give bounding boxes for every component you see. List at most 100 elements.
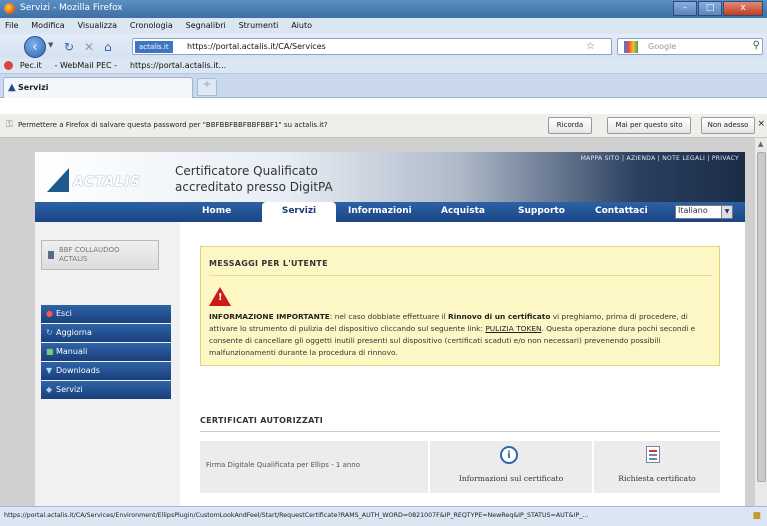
search-icon[interactable]: ⚲ (753, 40, 760, 51)
info-icon: i (500, 446, 518, 464)
menu-aiuto[interactable]: Aiuto (286, 18, 317, 30)
exit-icon: ● (46, 309, 53, 318)
home-icon[interactable]: ⌂ (104, 40, 112, 54)
menu-modifica[interactable]: Modifica (26, 18, 69, 30)
maximize-button[interactable]: □ (698, 1, 722, 16)
key-icon: ⚿ (6, 120, 13, 130)
actalis-tab-icon: ▲ (8, 82, 16, 93)
user-name-line2: ACTALIS (59, 255, 88, 263)
scroll-thumb[interactable] (757, 152, 766, 482)
never-for-site-button[interactable]: Mai per questo sito (607, 117, 691, 134)
bookmark-portal[interactable]: https://portal.actalis.it... (126, 58, 232, 70)
sidebar-item-manuali[interactable]: ■ Manuali (41, 343, 171, 361)
user-box: BBF COLLAUDOO ACTALIS (41, 240, 159, 270)
sidebar-item-downloads[interactable]: ▼ Downloads (41, 362, 171, 380)
scroll-up-icon[interactable]: ▲ (758, 140, 763, 148)
nav-acquista[interactable]: Acquista (441, 206, 485, 216)
menu-segnalibri[interactable]: Segnalibri (181, 18, 231, 30)
new-tab-button[interactable]: + (197, 78, 217, 96)
nav-home[interactable]: Home (202, 206, 231, 216)
request-cert-button[interactable]: Richiesta certificato (594, 441, 720, 493)
messages-divider (209, 275, 712, 276)
back-button[interactable]: ‹ (24, 36, 46, 58)
menu-file[interactable]: File (0, 18, 23, 30)
services-icon: ◆ (46, 385, 53, 394)
authorized-heading: CERTIFICATI AUTORIZZATI (200, 416, 324, 425)
menu-cronologia[interactable]: Cronologia (125, 18, 178, 30)
bookmarks-toolbar: Pec.it - WebMail PEC - https://portal.ac… (0, 58, 767, 74)
sidebar-item-servizi[interactable]: ◆ Servizi (41, 381, 171, 399)
remember-button[interactable]: Ricorda (548, 117, 592, 134)
password-notification-bar: ⚿ Permettere a Firefox di salvare questa… (0, 114, 767, 138)
page-viewport: MAPPA SITO | AZIENDA | NOTE LEGALI | PRI… (0, 138, 767, 506)
page-scrollbar[interactable]: ▲ (754, 138, 767, 506)
url-text[interactable]: https://portal.actalis.it/CA/Services (187, 42, 326, 51)
user-icon (48, 251, 54, 259)
stop-icon[interactable]: ✕ (84, 40, 94, 54)
document-icon (646, 446, 660, 463)
minimize-button[interactable]: – (673, 1, 697, 16)
tab-bar: ▲ Servizi + (0, 74, 767, 98)
notification-message: Permettere a Firefox di salvare questa p… (18, 121, 328, 129)
logo-triangle-icon (47, 168, 69, 192)
tab-servizi[interactable]: ▲ Servizi (3, 77, 193, 98)
side-menu: ● Esci ↻ Aggiorna ■ Manuali ▼ Downloads ◆ Ser… (41, 305, 171, 400)
chevron-down-icon: ▼ (721, 206, 732, 218)
search-box[interactable]: Google ⚲ (617, 38, 763, 55)
site-nav: Home Servizi Informazioni Acquista Suppo… (35, 202, 745, 222)
cert-line-1: Certificatore Qualificato (175, 164, 318, 178)
download-icon: ▼ (46, 366, 53, 375)
info-cert-label: Informazioni sul certificato (458, 474, 564, 483)
cert-line-2: accreditato presso DigitPA (175, 180, 333, 194)
url-bar[interactable]: actalis.it https://portal.actalis.it/CA/… (132, 38, 612, 55)
search-placeholder: Google (648, 42, 677, 51)
nav-servizi-label: Servizi (281, 206, 317, 216)
menu-strumenti[interactable]: Strumenti (234, 18, 284, 30)
refresh-icon: ↻ (46, 328, 53, 337)
site-identity-badge[interactable]: actalis.it (135, 41, 173, 53)
user-name-line1: BBF COLLAUDOO (59, 246, 120, 254)
google-icon[interactable] (624, 41, 638, 53)
sidebar-label: Manuali (56, 347, 88, 356)
request-cert-label: Richiesta certificato (618, 474, 696, 483)
messages-paragraph: INFORMAZIONE IMPORTANTE: nel caso dobbia… (209, 311, 714, 359)
sidebar-label: Esci (56, 309, 72, 318)
menu-visualizza[interactable]: Visualizza (73, 18, 122, 30)
language-value: Italiano (678, 206, 708, 215)
top-links[interactable]: MAPPA SITO | AZIENDA | NOTE LEGALI | PRI… (581, 155, 739, 162)
msg-renew: Rinnovo di un certificato (448, 312, 551, 321)
language-select[interactable]: Italiano ▼ (675, 205, 733, 219)
close-notification-icon[interactable]: × (757, 119, 765, 129)
sidebar-label: Servizi (56, 385, 83, 394)
authorized-divider (200, 431, 720, 432)
reload-icon[interactable]: ↻ (64, 40, 74, 54)
sidebar-item-esci[interactable]: ● Esci (41, 305, 171, 323)
status-url: https://portal.actalis.it/CA/Services/En… (4, 512, 589, 519)
actalis-logo[interactable]: ACTALIS (43, 168, 163, 198)
site-header: MAPPA SITO | AZIENDA | NOTE LEGALI | PRI… (35, 152, 745, 202)
firefox-icon (4, 3, 15, 14)
close-button[interactable]: x (723, 1, 763, 16)
pec-icon (4, 61, 13, 70)
info-cert-button[interactable]: i Informazioni sul certificato (430, 441, 592, 493)
pulizia-token-link[interactable]: PULIZIA TOKEN (485, 324, 541, 333)
nav-supporto[interactable]: Supporto (518, 206, 565, 216)
bookmark-webmail[interactable]: - WebMail PEC - (51, 58, 124, 70)
not-now-button[interactable]: Non adesso (701, 117, 755, 134)
msg-important: INFORMAZIONE IMPORTANTE (209, 312, 330, 321)
user-messages-box: MESSAGGI PER L'UTENTE ! INFORMAZIONE IMP… (200, 246, 720, 366)
nav-servizi[interactable]: Servizi (262, 202, 336, 222)
nav-contattaci[interactable]: Contattaci (595, 206, 648, 216)
authorized-row: Firma Digitale Qualificata per Ellips - … (200, 441, 720, 493)
actalis-site: MAPPA SITO | AZIENDA | NOTE LEGALI | PRI… (35, 152, 745, 506)
cert-name-cell: Firma Digitale Qualificata per Ellips - … (200, 441, 428, 493)
forward-icon[interactable]: ▼ (48, 41, 58, 51)
bookmark-star-icon[interactable]: ☆ (586, 41, 595, 52)
cert-name: Firma Digitale Qualificata per Ellips - … (206, 461, 361, 469)
window-title: Servizi - Mozilla Firefox (20, 3, 123, 13)
sidebar-item-aggiorna[interactable]: ↻ Aggiorna (41, 324, 171, 342)
logo-text: ACTALIS (73, 174, 141, 190)
nav-informazioni[interactable]: Informazioni (348, 206, 412, 216)
msg-text-1: : nel caso dobbiate effettuare il (329, 312, 449, 321)
bookmark-pec[interactable]: Pec.it (16, 58, 48, 70)
